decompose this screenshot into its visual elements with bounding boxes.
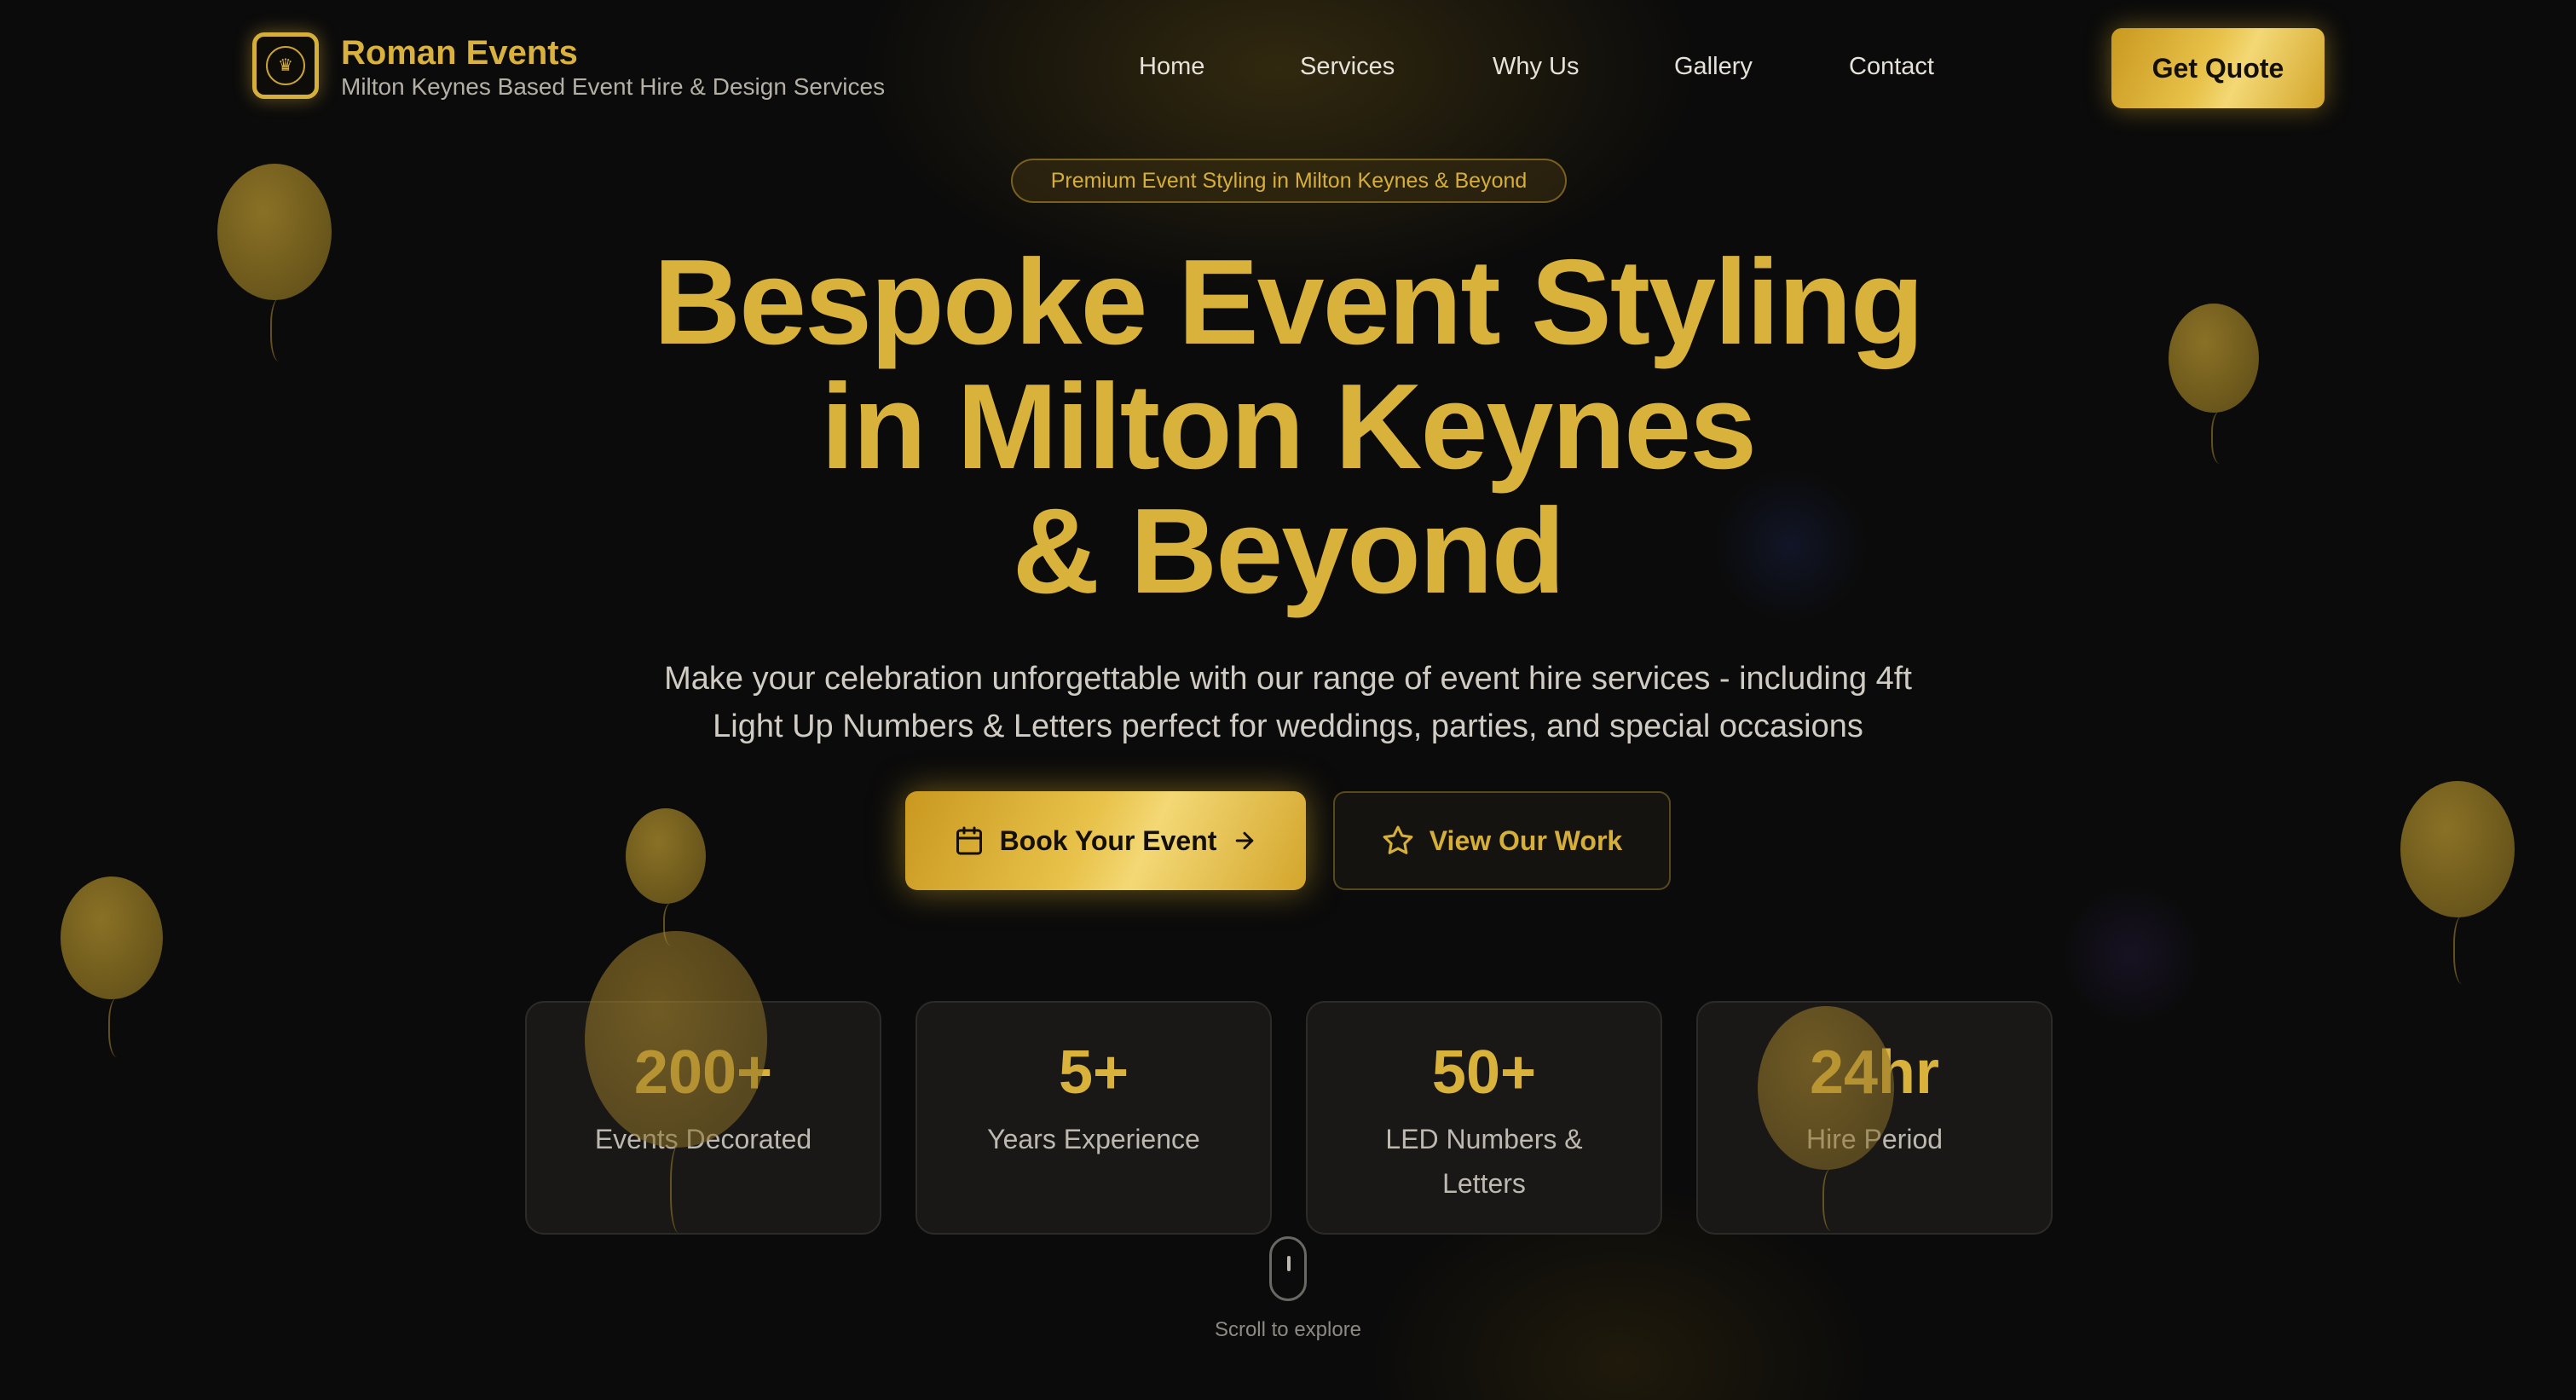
scroll-hint: Scroll to explore bbox=[1214, 1318, 1362, 1341]
nav-home[interactable]: Home bbox=[1139, 53, 1204, 81]
stat-value: 5+ bbox=[1058, 1038, 1129, 1107]
page: { "brand": { "name": "Roman Events", "ta… bbox=[0, 0, 2576, 1400]
book-event-label: Book Your Event bbox=[999, 824, 1217, 856]
hero-subtitle: Make your celebration unforgettable with… bbox=[477, 655, 2099, 750]
stat-label: LED Numbers & Letters bbox=[1385, 1124, 1583, 1199]
stat-card: 50+ LED Numbers & Letters bbox=[1306, 1001, 1662, 1235]
book-event-button[interactable]: Book Your Event bbox=[905, 791, 1306, 890]
calendar-icon bbox=[956, 826, 982, 855]
arrow-right-icon bbox=[1236, 831, 1254, 850]
star-icon bbox=[1383, 825, 1413, 854]
brand-tagline: Milton Keynes Based Event Hire & Design … bbox=[341, 73, 886, 100]
nav-gallery[interactable]: Gallery bbox=[1674, 53, 1753, 81]
stat-value: 50+ bbox=[1431, 1038, 1537, 1107]
hero-title-line: Bespoke Event Styling bbox=[653, 234, 1925, 370]
hero-badge: Premium Event Styling in Milton Keynes &… bbox=[1011, 159, 1567, 203]
get-quote-button[interactable]: Get Quote bbox=[2111, 28, 2325, 108]
brand-logo[interactable]: ♛ bbox=[252, 32, 319, 99]
stat-card: 5+ Years Experience bbox=[915, 1001, 1272, 1235]
hero-subtitle-line: Make your celebration unforgettable with… bbox=[664, 661, 1912, 697]
stat-label: Years Experience bbox=[987, 1124, 1200, 1154]
hero-title: Bespoke Event Styling in Milton Keynes &… bbox=[0, 240, 2576, 614]
mouse-wheel bbox=[1287, 1256, 1291, 1271]
site-header: ♛ Roman Events Milton Keynes Based Event… bbox=[0, 0, 2576, 136]
crest-icon: ♛ bbox=[266, 46, 305, 85]
hero-subtitle-line: Light Up Numbers & Letters perfect for w… bbox=[713, 709, 1863, 744]
view-work-label: View Our Work bbox=[1429, 824, 1623, 856]
hero-title-line: & Beyond bbox=[1012, 483, 1566, 619]
brand-name[interactable]: Roman Events bbox=[341, 34, 578, 72]
nav-services[interactable]: Services bbox=[1300, 53, 1395, 81]
view-work-button[interactable]: View Our Work bbox=[1333, 791, 1671, 890]
nav-why-us[interactable]: Why Us bbox=[1493, 53, 1580, 81]
hero-title-line: in Milton Keynes bbox=[820, 359, 1757, 495]
nav-contact[interactable]: Contact bbox=[1849, 53, 1934, 81]
scroll-mouse-icon[interactable] bbox=[1269, 1236, 1307, 1301]
